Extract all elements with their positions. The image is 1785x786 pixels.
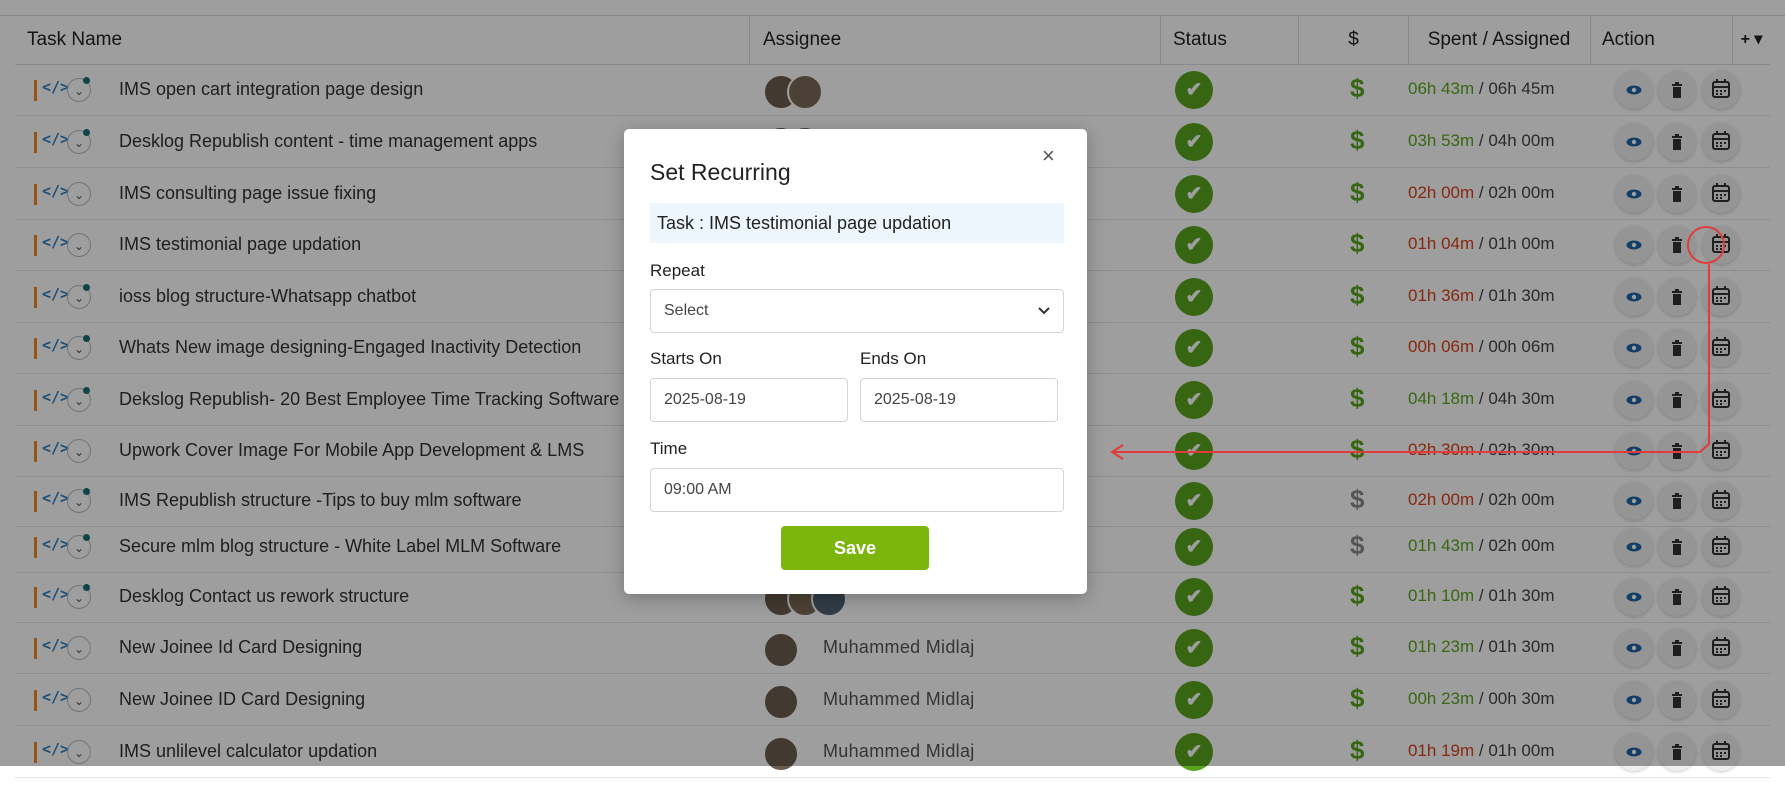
modal-title: Set Recurring	[650, 159, 791, 185]
time-input[interactable]: 09:00 AM	[650, 468, 1064, 512]
starts-on-label: Starts On	[650, 349, 722, 368]
set-recurring-modal: Set Recurring × Task : IMS testimonial p…	[624, 129, 1087, 594]
time-label: Time	[650, 439, 688, 458]
close-icon[interactable]: ×	[1042, 143, 1055, 169]
annotation-circle	[1687, 226, 1725, 264]
repeat-select[interactable]: Select	[650, 289, 1064, 333]
repeat-label: Repeat	[650, 261, 705, 280]
repeat-select-value: Select	[664, 302, 709, 319]
ends-on-input[interactable]: 2025-08-19	[860, 378, 1058, 422]
ends-on-label: Ends On	[860, 349, 927, 368]
modal-task-name: Task : IMS testimonial page updation	[650, 203, 1064, 243]
save-button[interactable]: Save	[781, 526, 929, 570]
chevron-down-icon	[1037, 290, 1051, 348]
starts-on-input[interactable]: 2025-08-19	[650, 378, 848, 422]
